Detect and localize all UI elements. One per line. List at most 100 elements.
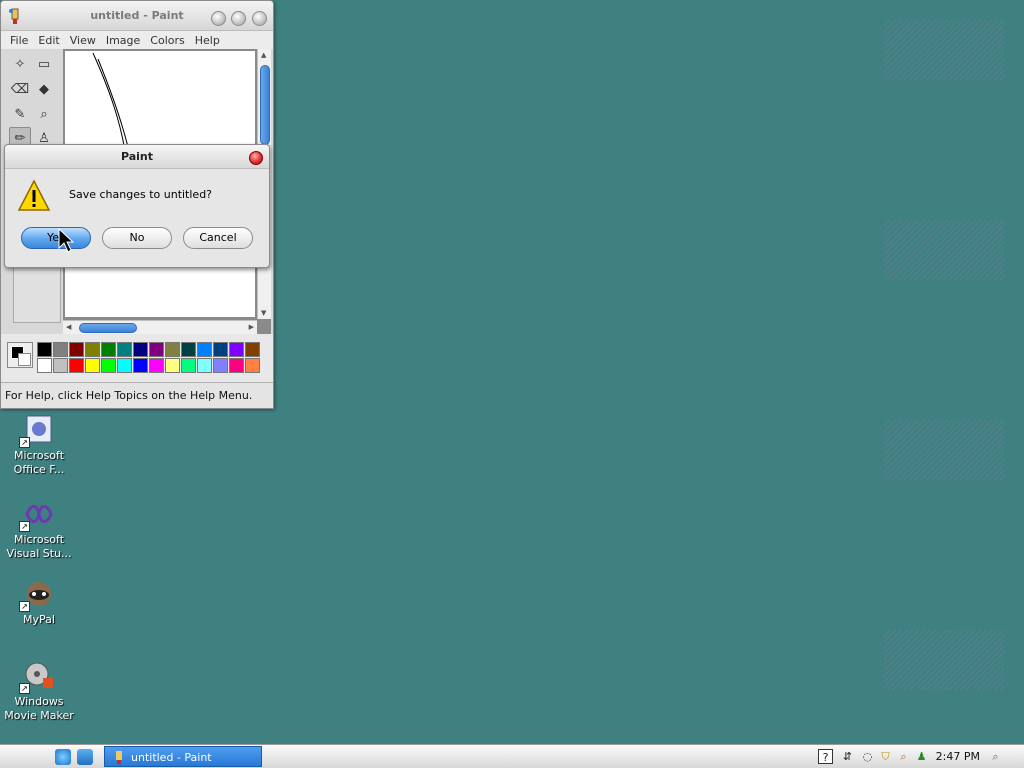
desktop-decoration [884, 630, 1004, 690]
network-tray-icon[interactable]: ⇵ [840, 749, 855, 764]
eraser-icon[interactable]: ⌫ [9, 78, 31, 100]
color-swatch[interactable] [85, 342, 100, 357]
taskbar-paint-task[interactable]: untitled - Paint [104, 746, 262, 767]
swatch-grid [37, 342, 261, 374]
search-tray-icon[interactable]: ⌕ [896, 749, 911, 764]
color-palette [5, 338, 267, 374]
shortcut-arrow-icon: ↗ [19, 521, 30, 532]
menu-image[interactable]: Image [101, 34, 145, 47]
color-swatch[interactable] [229, 342, 244, 357]
color-swatch[interactable] [117, 342, 132, 357]
volume-tray-icon[interactable]: ◌ [860, 749, 875, 764]
color-swatch[interactable] [229, 358, 244, 373]
color-swatch[interactable] [245, 342, 260, 357]
rect-select-icon[interactable]: ▭ [33, 53, 55, 75]
dialog-title: Paint [120, 150, 154, 163]
dialog-titlebar[interactable]: Paint [5, 145, 269, 169]
users-tray-icon[interactable]: ♟ [914, 749, 929, 764]
desktop-icon-visual-studio[interactable]: ↗ Microsoft Visual Stu... [4, 498, 74, 561]
color-swatch[interactable] [101, 358, 116, 373]
fill-bucket-icon[interactable]: ◆ [33, 78, 55, 100]
color-swatch[interactable] [149, 358, 164, 373]
dialog-close-button[interactable] [249, 151, 263, 165]
color-swatch[interactable] [69, 342, 84, 357]
desktop-icon-label: Microsoft Visual Stu... [6, 533, 72, 560]
menu-colors[interactable]: Colors [145, 34, 189, 47]
vertical-scroll-thumb[interactable] [260, 65, 270, 145]
desktop-icon-movie-maker[interactable]: ↗ Windows Movie Maker [4, 660, 74, 723]
browser-quicklaunch-icon[interactable] [55, 749, 71, 765]
color-swatch[interactable] [149, 342, 164, 357]
free-select-icon[interactable]: ✧ [9, 53, 31, 75]
dialog-message: Save changes to untitled? [69, 188, 213, 201]
status-bar: For Help, click Help Topics on the Help … [1, 382, 273, 408]
desktop-icon-mypal[interactable]: ↗ MyPal [4, 578, 74, 627]
color-swatch[interactable] [197, 358, 212, 373]
scroll-down-icon[interactable]: ▼ [261, 309, 266, 317]
color-swatch[interactable] [245, 358, 260, 373]
horizontal-scrollbar[interactable]: ◀ ▶ [63, 320, 257, 334]
spotlight-search-icon[interactable]: ⌕ [988, 749, 1003, 764]
paint-task-icon [116, 751, 122, 764]
taskbar-clock: 2:47 PM [935, 750, 980, 763]
color-swatch[interactable] [101, 342, 116, 357]
color-swatch[interactable] [37, 342, 52, 357]
scroll-left-icon[interactable]: ◀ [66, 323, 71, 331]
color-swatch[interactable] [213, 342, 228, 357]
desktop-decoration [884, 420, 1004, 480]
close-button[interactable] [252, 11, 267, 26]
desktop-icon-label: MyPal [23, 613, 55, 626]
desktop-decoration [884, 20, 1004, 80]
save-changes-dialog: Paint Save changes to untitled? Yes No C… [4, 144, 270, 268]
office-icon: ↗ [19, 414, 55, 448]
color-picker-icon[interactable]: ✎ [9, 103, 31, 125]
horizontal-scroll-thumb[interactable] [79, 323, 137, 333]
raccoon-icon: ↗ [19, 578, 55, 612]
menu-view[interactable]: View [65, 34, 101, 47]
color-swatch[interactable] [133, 358, 148, 373]
color-swatch[interactable] [69, 358, 84, 373]
magnifier-icon[interactable]: ⌕ [33, 103, 55, 125]
paint-titlebar[interactable]: untitled - Paint [1, 1, 273, 31]
color-swatch[interactable] [213, 358, 228, 373]
movie-maker-icon: ↗ [19, 660, 55, 694]
desktop-icon-label: Windows Movie Maker [4, 695, 74, 722]
taskbar: untitled - Paint ? ⇵ ◌ ⛉ ⌕ ♟ 2:47 PM ⌕ [0, 744, 1024, 768]
color-swatch[interactable] [165, 342, 180, 357]
current-colors[interactable] [7, 342, 33, 368]
scroll-right-icon[interactable]: ▶ [249, 323, 254, 331]
tool-options-box[interactable] [13, 263, 61, 323]
background-color [18, 353, 31, 366]
menu-help[interactable]: Help [190, 34, 225, 47]
visual-studio-icon: ↗ [19, 498, 55, 532]
minimize-button[interactable] [211, 11, 226, 26]
desktop-icon-office[interactable]: ↗ Microsoft Office F... [4, 414, 74, 477]
color-swatch[interactable] [53, 342, 68, 357]
yes-button[interactable]: Yes [21, 227, 91, 249]
no-button[interactable]: No [102, 227, 172, 249]
color-swatch[interactable] [165, 358, 180, 373]
taskbar-task-label: untitled - Paint [131, 751, 212, 764]
desktop-decoration [884, 220, 1004, 280]
scroll-up-icon[interactable]: ▲ [261, 51, 266, 59]
start-button-apple-icon[interactable] [18, 748, 36, 766]
color-swatch[interactable] [85, 358, 100, 373]
shortcut-arrow-icon: ↗ [19, 437, 30, 448]
color-swatch[interactable] [181, 358, 196, 373]
menu-edit[interactable]: Edit [33, 34, 64, 47]
color-swatch[interactable] [37, 358, 52, 373]
cancel-button[interactable]: Cancel [183, 227, 253, 249]
warning-icon [17, 179, 51, 211]
color-swatch[interactable] [133, 342, 148, 357]
maximize-button[interactable] [231, 11, 246, 26]
color-swatch[interactable] [197, 342, 212, 357]
ie-quicklaunch-icon[interactable] [77, 749, 93, 765]
color-swatch[interactable] [181, 342, 196, 357]
security-shield-icon[interactable]: ⛉ [878, 749, 893, 764]
desktop-icon-label: Microsoft Office F... [13, 449, 65, 476]
help-tray-icon[interactable]: ? [818, 749, 833, 764]
color-swatch[interactable] [53, 358, 68, 373]
color-swatch[interactable] [117, 358, 132, 373]
menu-file[interactable]: File [5, 34, 33, 47]
menu-bar: File Edit View Image Colors Help [1, 31, 273, 49]
